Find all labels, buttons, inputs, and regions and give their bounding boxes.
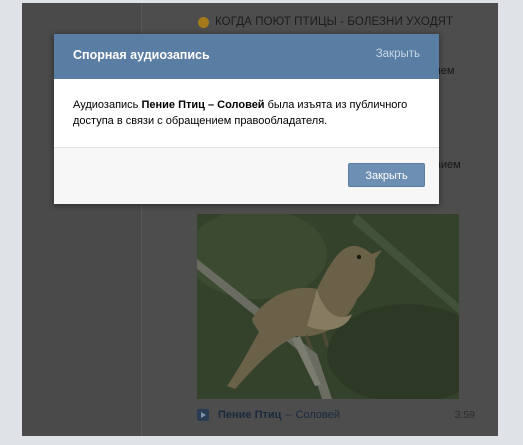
audio-title[interactable]: Пение Птиц	[218, 409, 281, 421]
message-prefix: Аудиозапись	[73, 99, 142, 111]
post-photo[interactable]	[197, 214, 459, 399]
disputed-audio-modal: Спорная аудиозапись Закрыть Аудиозапись …	[54, 34, 439, 204]
modal-close-link[interactable]: Закрыть	[376, 48, 420, 60]
nightingale-image	[197, 214, 459, 399]
audio-row[interactable]: Пение Птиц – Соловей 3:59	[197, 406, 475, 424]
emoji-icon	[198, 16, 209, 28]
audio-artist[interactable]: Соловей	[296, 409, 340, 421]
close-button[interactable]: Закрыть	[348, 163, 425, 187]
play-icon[interactable]	[197, 409, 209, 421]
message-track-name: Пение Птиц – Соловей	[141, 99, 265, 111]
modal-title: Спорная аудиозапись	[73, 48, 210, 62]
modal-header: Спорная аудиозапись Закрыть	[54, 34, 439, 79]
modal-footer: Закрыть	[54, 147, 439, 204]
audio-separator: –	[285, 409, 292, 421]
audio-duration: 3:59	[454, 409, 475, 421]
post-title: КОГДА ПОЮТ ПТИЦЫ - БОЛЕЗНИ УХОДЯТ	[215, 16, 454, 28]
post-header: КОГДА ПОЮТ ПТИЦЫ - БОЛЕЗНИ УХОДЯТ	[198, 13, 453, 31]
